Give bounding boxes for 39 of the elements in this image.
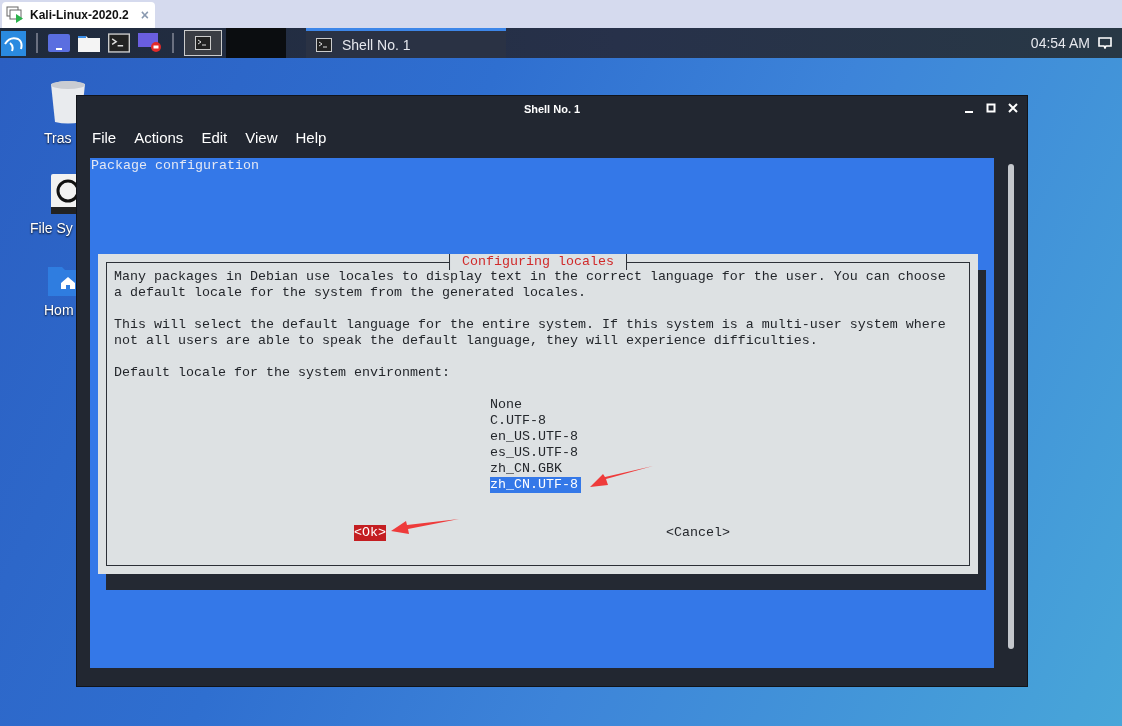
terminal-icon [108,33,130,53]
folder-icon[interactable] [78,34,100,52]
window-title: Shell No. 1 [523,103,581,115]
desktop-icon-label[interactable]: Tras [44,130,72,146]
vm-tab[interactable]: Kali-Linux-2020.2 × [2,2,155,28]
clock: 04:54 AM [1030,35,1090,51]
screen-header: Package configuration [90,158,260,174]
maximize-icon[interactable] [985,102,997,114]
menu-item[interactable]: View [236,125,287,149]
locale-option[interactable]: en_US.UTF-8 [490,429,578,445]
screen-recorder-icon[interactable] [138,33,162,53]
menu-item[interactable]: Help [286,125,336,149]
scrollbar-thumb[interactable] [1008,164,1014,649]
active-terminal-button[interactable] [184,30,222,56]
dialog-title: Configuring locales [449,254,627,270]
desktop-icon-label[interactable]: File Sy [30,220,73,236]
vm-tab-title: Kali-Linux-2020.2 [30,8,129,22]
desktop-icon[interactable] [48,34,70,52]
desktop-icon-label[interactable]: Hom [44,302,74,318]
locale-option[interactable]: es_US.UTF-8 [490,445,578,461]
vm-icon [6,6,24,24]
dialog-text: This will select the default language for the entire system. If this system is a multi-user system where not all users are able to speak the default language, they will experience difficulties. [114,317,947,349]
menu-item[interactable]: Actions [125,125,193,149]
locale-option[interactable]: C.UTF-8 [490,413,546,429]
locale-option[interactable]: None [490,397,522,413]
dialog-text: Many packages in Debian use locales to display text in the correct language for the user. You can choose a default locale for the system from the generated locales. [114,269,947,301]
close-icon[interactable] [1007,102,1019,114]
terminal-icon [316,37,332,52]
locale-option[interactable]: zh_CN.UTF-8 [490,477,581,493]
locale-option[interactable]: zh_CN.GBK [490,461,562,477]
task-button[interactable]: Shell No. 1 [306,28,506,58]
menu-item[interactable]: Edit [192,125,237,149]
terminal-icon [195,36,211,50]
menu-item[interactable]: File [83,125,126,149]
dialog-text: Default locale for the system environment: [114,365,451,381]
notification-icon[interactable] [1098,37,1112,49]
dialog-button[interactable]: <Cancel> [666,525,730,541]
dialog-button[interactable]: <Ok> [354,525,386,541]
kali-menu-button[interactable] [1,30,26,56]
